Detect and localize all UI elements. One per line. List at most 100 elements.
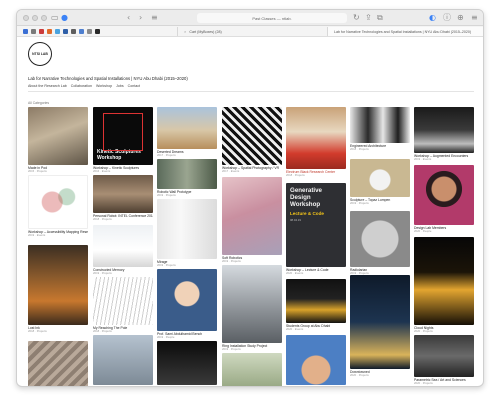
project-card[interactable] — [286, 335, 346, 385]
favorite-icon[interactable] — [23, 29, 28, 34]
project-thumbnail[interactable] — [350, 275, 410, 369]
project-card[interactable]: Parametric Sea / Art and Sciences 2020 ·… — [414, 335, 474, 386]
favorite-icon[interactable] — [79, 29, 84, 34]
project-thumbnail[interactable] — [28, 175, 88, 229]
extension-icon[interactable]: ◐ — [429, 13, 436, 23]
nav-link-contact[interactable]: Contact — [128, 84, 140, 88]
favorite-icon[interactable] — [95, 29, 100, 34]
favorite-icon[interactable] — [87, 29, 92, 34]
downloads-icon[interactable]: ⊕ — [457, 13, 464, 23]
project-thumbnail[interactable] — [414, 237, 474, 325]
project-card[interactable]: Engineered Architecture 2018 · Projects — [350, 107, 410, 152]
project-card[interactable]: Generative Design Workshop Lecture & Cod… — [286, 183, 346, 276]
project-thumbnail[interactable] — [286, 107, 346, 169]
project-thumbnail[interactable] — [93, 175, 153, 213]
favorite-icon[interactable] — [71, 29, 76, 34]
project-thumbnail[interactable] — [157, 107, 217, 149]
reader-view-icon[interactable]: ≡ — [151, 13, 158, 23]
project-card[interactable]: Prof. Sami Abdulhamid Bench 2019 · Peopl… — [157, 269, 217, 340]
project-card[interactable]: Mirage 2019 · Projects — [157, 199, 217, 268]
project-card[interactable]: Constructed Memory 2019 · Projects — [93, 225, 153, 276]
reload-icon[interactable]: ↻ — [353, 13, 360, 23]
project-thumbnail[interactable] — [286, 279, 346, 323]
project-card[interactable] — [222, 353, 282, 386]
project-thumbnail[interactable] — [28, 107, 88, 165]
project-card[interactable]: Downtowned 2020 · Projects — [350, 275, 410, 378]
tabs-overview-icon[interactable]: ⧉ — [377, 13, 383, 23]
project-thumbnail[interactable] — [28, 245, 88, 325]
project-thumbnail[interactable] — [93, 335, 153, 385]
project-card[interactable] — [28, 341, 88, 386]
project-thumbnail[interactable] — [414, 335, 474, 377]
project-thumbnail[interactable]: Kinetic Sculptures Workshop — [93, 107, 153, 165]
sidebar-toggle-icon[interactable]: ▭ — [51, 13, 59, 23]
project-thumbnail[interactable] — [286, 335, 346, 385]
shield-icon[interactable]: ● — [61, 13, 68, 23]
tab-cart[interactable]: × Cart (MyBoxes) (28) — [177, 27, 327, 36]
info-icon[interactable]: ⓘ — [443, 13, 451, 23]
project-card[interactable]: Personal Robot: INTEL Conference 2018 20… — [93, 175, 153, 222]
project-thumbnail[interactable] — [93, 277, 153, 325]
project-card[interactable]: Electrum Black Research Center 2018 · Pr… — [286, 107, 346, 178]
favorite-icon[interactable] — [63, 29, 68, 34]
project-thumbnail[interactable] — [222, 353, 282, 386]
menu-icon[interactable]: ≡ — [471, 13, 478, 23]
project-card[interactable]: Robotic Wall Prototype 2019 · Projects — [157, 159, 217, 198]
project-card[interactable]: Deserted Dreams 2017 · Projects — [157, 107, 217, 158]
project-thumbnail[interactable] — [350, 159, 410, 197]
minimize-window-button[interactable] — [32, 15, 38, 21]
close-tab-icon[interactable]: × — [184, 29, 186, 34]
tab-ntsi-lab[interactable]: Lab for Narrative Technologies and Spati… — [327, 27, 483, 36]
close-window-button[interactable] — [23, 15, 29, 21]
nav-link-about[interactable]: About the Research Lab — [28, 84, 67, 88]
project-card[interactable]: Ring Installation Study Project 2019 · P… — [222, 265, 282, 352]
project-thumbnail[interactable] — [222, 177, 282, 255]
project-thumbnail[interactable] — [222, 107, 282, 165]
project-thumbnail[interactable] — [93, 225, 153, 267]
nav-link-jobs[interactable]: Jobs — [116, 84, 124, 88]
site-title[interactable]: Lab for Narrative Technologies and Spati… — [28, 76, 188, 81]
project-card[interactable]: Design Lab Members 2020 · People — [414, 165, 474, 234]
project-thumbnail[interactable] — [157, 199, 217, 259]
project-card[interactable]: Sculpture – Topaz Lumpen 2019 · Projects — [350, 159, 410, 206]
project-card[interactable]: My Reaching The Pole 2018 · Projects — [93, 277, 153, 334]
project-card[interactable]: Workshop – Spatial Photography / VR 2017… — [222, 107, 282, 174]
project-thumbnail[interactable] — [28, 341, 88, 386]
project-card[interactable]: Kinetic Sculptures Workshop Workshop – K… — [93, 107, 153, 174]
project-thumbnail[interactable] — [157, 341, 217, 385]
project-thumbnail[interactable] — [414, 107, 474, 153]
project-card[interactable]: Lost Ink 2018 · Projects — [28, 245, 88, 334]
project-card[interactable]: Soft Robotics 2019 · Projects — [222, 177, 282, 264]
favorite-icon[interactable] — [31, 29, 36, 34]
back-arrow-icon[interactable]: ‹ — [127, 13, 130, 23]
project-thumbnail[interactable] — [222, 265, 282, 343]
project-thumbnail[interactable] — [350, 211, 410, 267]
project-card[interactable]: Workshop – Augmented Encounters 2019 · E… — [414, 107, 474, 162]
project-card[interactable]: Cloud Nights 2020 · Projects — [414, 237, 474, 334]
site-logo[interactable]: NTSI LAB — [28, 42, 52, 66]
category-filter-label[interactable]: All Categories — [28, 101, 49, 105]
project-card[interactable] — [157, 341, 217, 385]
project-card[interactable] — [93, 335, 153, 385]
favorite-icon[interactable] — [55, 29, 60, 34]
zoom-window-button[interactable] — [41, 15, 47, 21]
project-thumbnail[interactable] — [157, 159, 217, 189]
address-bar[interactable]: Past Classes — ntlab. — [197, 13, 347, 23]
nav-link-workshop[interactable]: Workshop — [96, 84, 112, 88]
forward-arrow-icon[interactable]: › — [139, 13, 142, 23]
share-icon[interactable]: ⇪ — [365, 13, 372, 23]
favorite-icon[interactable] — [39, 29, 44, 34]
project-card[interactable]: Students Group at Abu Dhabi 2020 · Event… — [286, 279, 346, 332]
favorite-icon[interactable] — [47, 29, 52, 34]
page-content: NTSI LAB Lab for Narrative Technologies … — [17, 37, 483, 386]
project-card[interactable]: Radiolarian 2019 · Projects — [350, 211, 410, 276]
project-card[interactable]: Workshop – Accessibility Mapping Researc… — [28, 175, 88, 238]
project-thumbnail[interactable] — [414, 165, 474, 225]
project-thumbnail[interactable]: Generative Design Workshop Lecture & Cod… — [286, 183, 346, 267]
address-text: Past Classes — ntlab. — [252, 15, 292, 21]
project-meta: 2018 · Projects — [350, 148, 369, 151]
project-card[interactable]: Made in Pod 2015 · Projects — [28, 107, 88, 174]
nav-link-collaboration[interactable]: Collaboration — [71, 84, 92, 88]
project-thumbnail[interactable] — [350, 107, 410, 143]
project-thumbnail[interactable] — [157, 269, 217, 331]
